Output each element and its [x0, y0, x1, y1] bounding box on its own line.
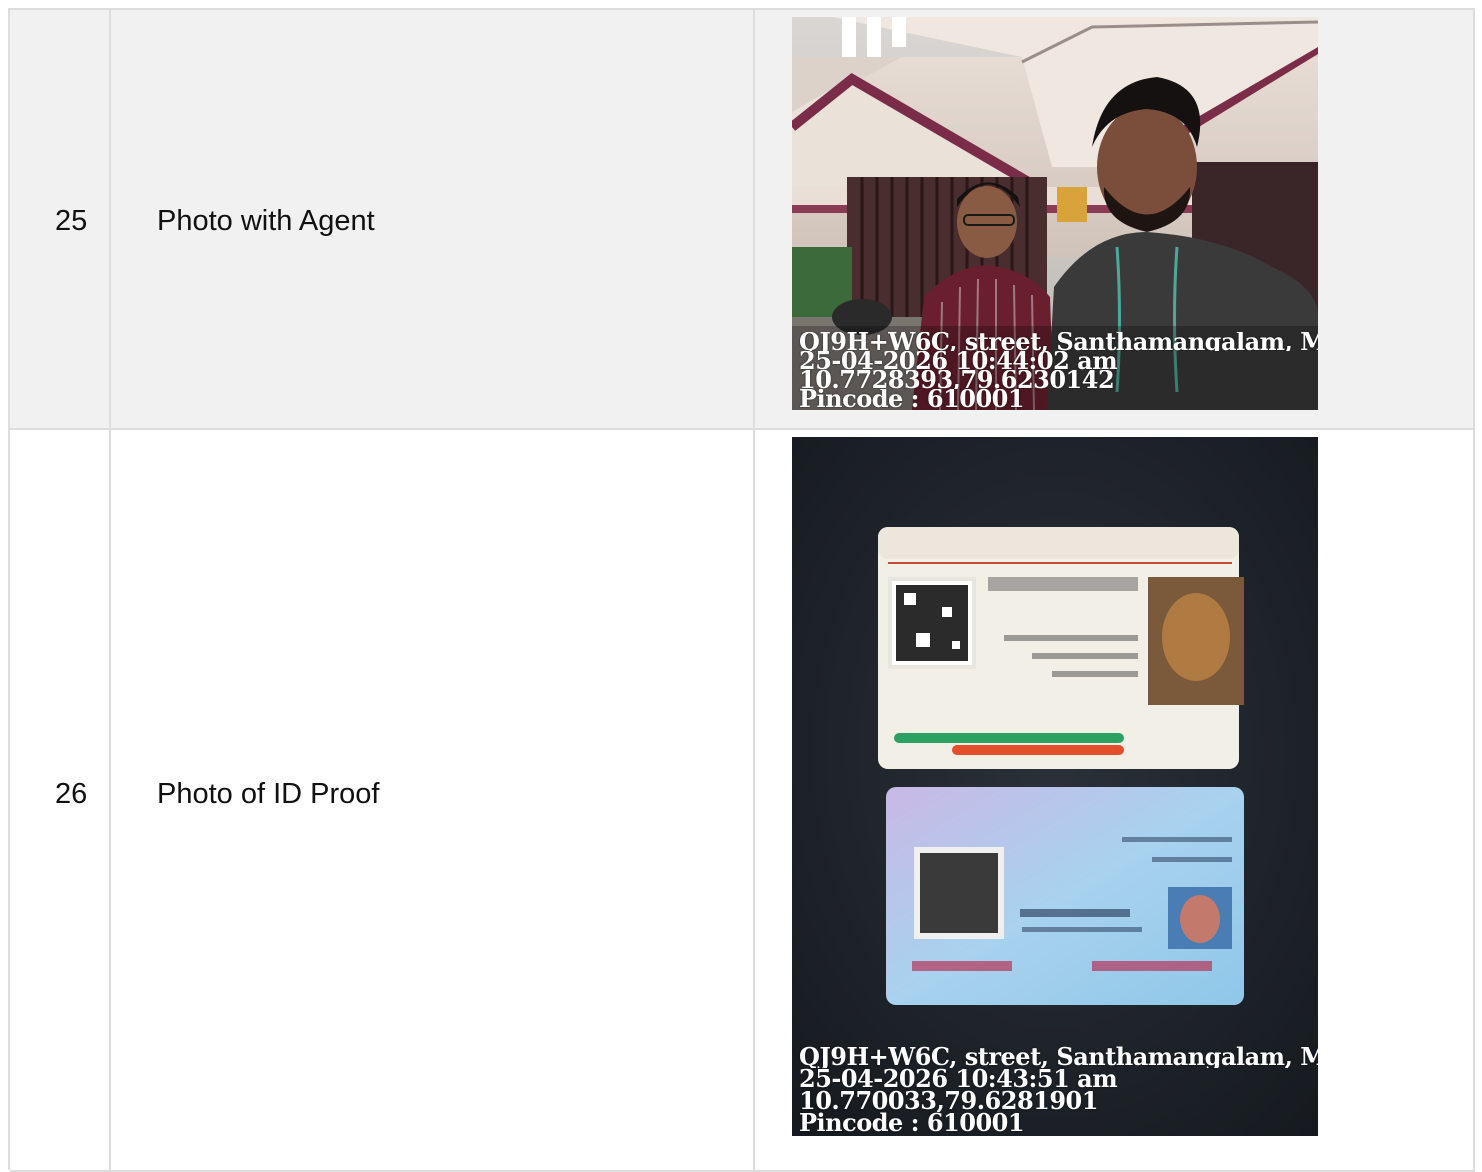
- geo-coordinates: 10.7728393,79.6230142: [799, 370, 1115, 389]
- id-proof-image: [792, 437, 1318, 1136]
- row-index: 26: [55, 778, 88, 810]
- row-label: Photo of ID Proof: [157, 778, 380, 810]
- row-label: Photo with Agent: [157, 205, 375, 237]
- geo-datetime: 25-04-2026 10:44:02 am: [799, 351, 1118, 370]
- geo-address: QJ9H+W6C, street, Santhamangalam, Mad: [799, 332, 1318, 351]
- geo-address: QJ9H+W6C, street, Santhamangalam, Mad: [799, 1046, 1318, 1068]
- geo-pincode: Pincode : 610001: [799, 1112, 1025, 1134]
- row-index: 25: [55, 205, 88, 237]
- geo-datetime: 25-04-2026 10:43:51 am: [799, 1068, 1118, 1090]
- geo-pincode: Pincode : 610001: [799, 389, 1025, 408]
- id-proof-photo[interactable]: QJ9H+W6C, street, Santhamangalam, Mad 25…: [792, 437, 1318, 1136]
- geo-stamp: QJ9H+W6C, street, Santhamangalam, Mad 25…: [792, 1040, 1318, 1136]
- agent-photo[interactable]: QJ9H+W6C, street, Santhamangalam, Mad 25…: [792, 17, 1318, 410]
- geo-stamp: QJ9H+W6C, street, Santhamangalam, Mad 25…: [792, 326, 1318, 410]
- geo-coordinates: 10.770033,79.6281901: [799, 1090, 1098, 1112]
